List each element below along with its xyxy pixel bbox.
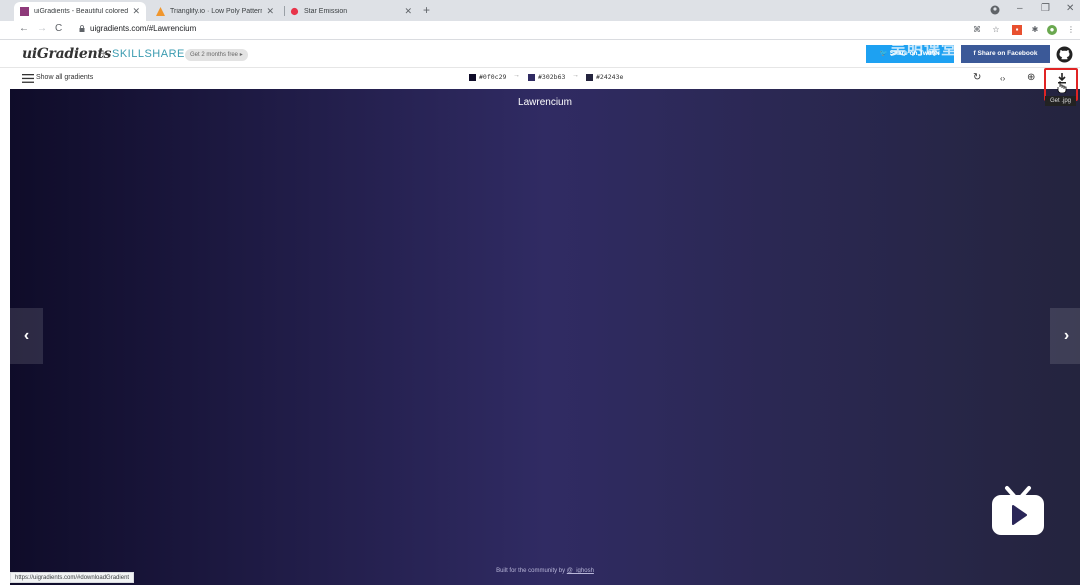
close-window-icon[interactable]: ✕ [1066,3,1074,14]
gradient-preview: Lawrencium ‹ › Built for the community b… [10,89,1080,585]
add-gradient-icon[interactable]: ⊕ [1027,72,1035,83]
hand-cursor-icon [1057,81,1067,93]
back-icon[interactable]: ← [19,23,29,34]
browser-status-url: https://uigradients.com/#downloadGradien… [10,572,135,583]
github-icon[interactable] [1056,46,1073,63]
close-tab-icon[interactable]: ✕ [266,6,274,17]
star-emission-favicon-icon [290,7,299,16]
author-link[interactable]: @_ighosh [567,568,594,574]
lock-icon [79,25,85,32]
avatar[interactable]: ● [1047,25,1057,35]
new-tab-button[interactable]: + [423,3,430,17]
footer-text: Built for the community by [496,568,566,574]
translate-icon[interactable]: ⌘ [972,25,982,35]
tab-uigradients[interactable]: uiGradients - Beautiful colored ✕ [14,2,146,21]
color-arrow: → [572,72,579,79]
trianglify-favicon-icon [156,7,165,16]
color-swatch-1[interactable] [469,74,476,81]
footer-credit: Built for the community by @_ighosh [10,568,1080,574]
site-logo[interactable]: uiGradients [22,46,111,62]
promo-badge[interactable]: Get 2 months free ▸ [185,49,248,61]
browser-menu-icon[interactable]: ⋮ [1066,25,1076,35]
logo-plus: + [100,48,107,60]
rotate-icon[interactable]: ↻ [973,72,981,83]
tab-trianglify[interactable]: Trianglify.io · Low Poly Pattern ✕ [150,2,280,21]
previous-gradient-button[interactable]: ‹ [10,308,43,364]
tab-star-emission[interactable]: Star Emission ✕ [284,2,418,21]
code-icon[interactable]: ‹› [1000,74,1005,83]
next-gradient-button[interactable]: › [1050,308,1080,364]
extensions-puzzle-icon[interactable]: ✱ [1030,25,1040,35]
reload-icon[interactable]: C [55,23,62,34]
facebook-label: Share on Facebook [977,50,1038,57]
color-hex-2[interactable]: #302b63 [538,73,565,81]
color-swatch-2[interactable] [528,74,535,81]
extension-icon[interactable]: ▪ [1012,25,1022,35]
download-tooltip: Get .jpg [1045,96,1076,106]
gradient-toolbar: Show all gradients #0f0c29 → #302b63 → #… [0,68,1080,89]
uigradients-favicon-icon [20,7,29,16]
close-tab-icon[interactable]: ✕ [404,6,412,17]
tab-title: Star Emission [304,8,348,15]
twitter-icon: 🐦 [879,50,890,57]
menu-icon[interactable] [22,74,34,83]
browser-tab-strip: uiGradients - Beautiful colored ✕ Triang… [0,0,1080,21]
tab-title: uiGradients - Beautiful colored [34,8,129,15]
tab-title: Trianglify.io · Low Poly Pattern [170,8,263,15]
share-facebook-button[interactable]: f Share on Facebook [961,45,1050,63]
color-hex-3[interactable]: #24243e [596,73,623,81]
color-swatch-3[interactable] [586,74,593,81]
forward-icon[interactable]: → [37,23,47,34]
close-tab-icon[interactable]: ✕ [132,6,140,17]
skillshare-link[interactable]: SKILLSHARE [112,48,185,60]
gradient-name: Lawrencium [518,97,572,108]
bookmark-star-icon[interactable]: ☆ [991,25,1001,35]
show-all-gradients-link[interactable]: Show all gradients [36,74,93,81]
restore-icon[interactable]: ❐ [1041,3,1050,14]
minimize-icon[interactable]: – [1017,3,1023,14]
color-arrow: → [513,72,520,79]
bilibili-tv-icon [992,486,1044,535]
watermark-text: 吴明课堂 [890,41,959,58]
profile-icon[interactable] [990,5,1000,15]
address-bar-url[interactable]: uigradients.com/#Lawrencium [90,24,196,33]
color-hex-1[interactable]: #0f0c29 [479,73,506,81]
